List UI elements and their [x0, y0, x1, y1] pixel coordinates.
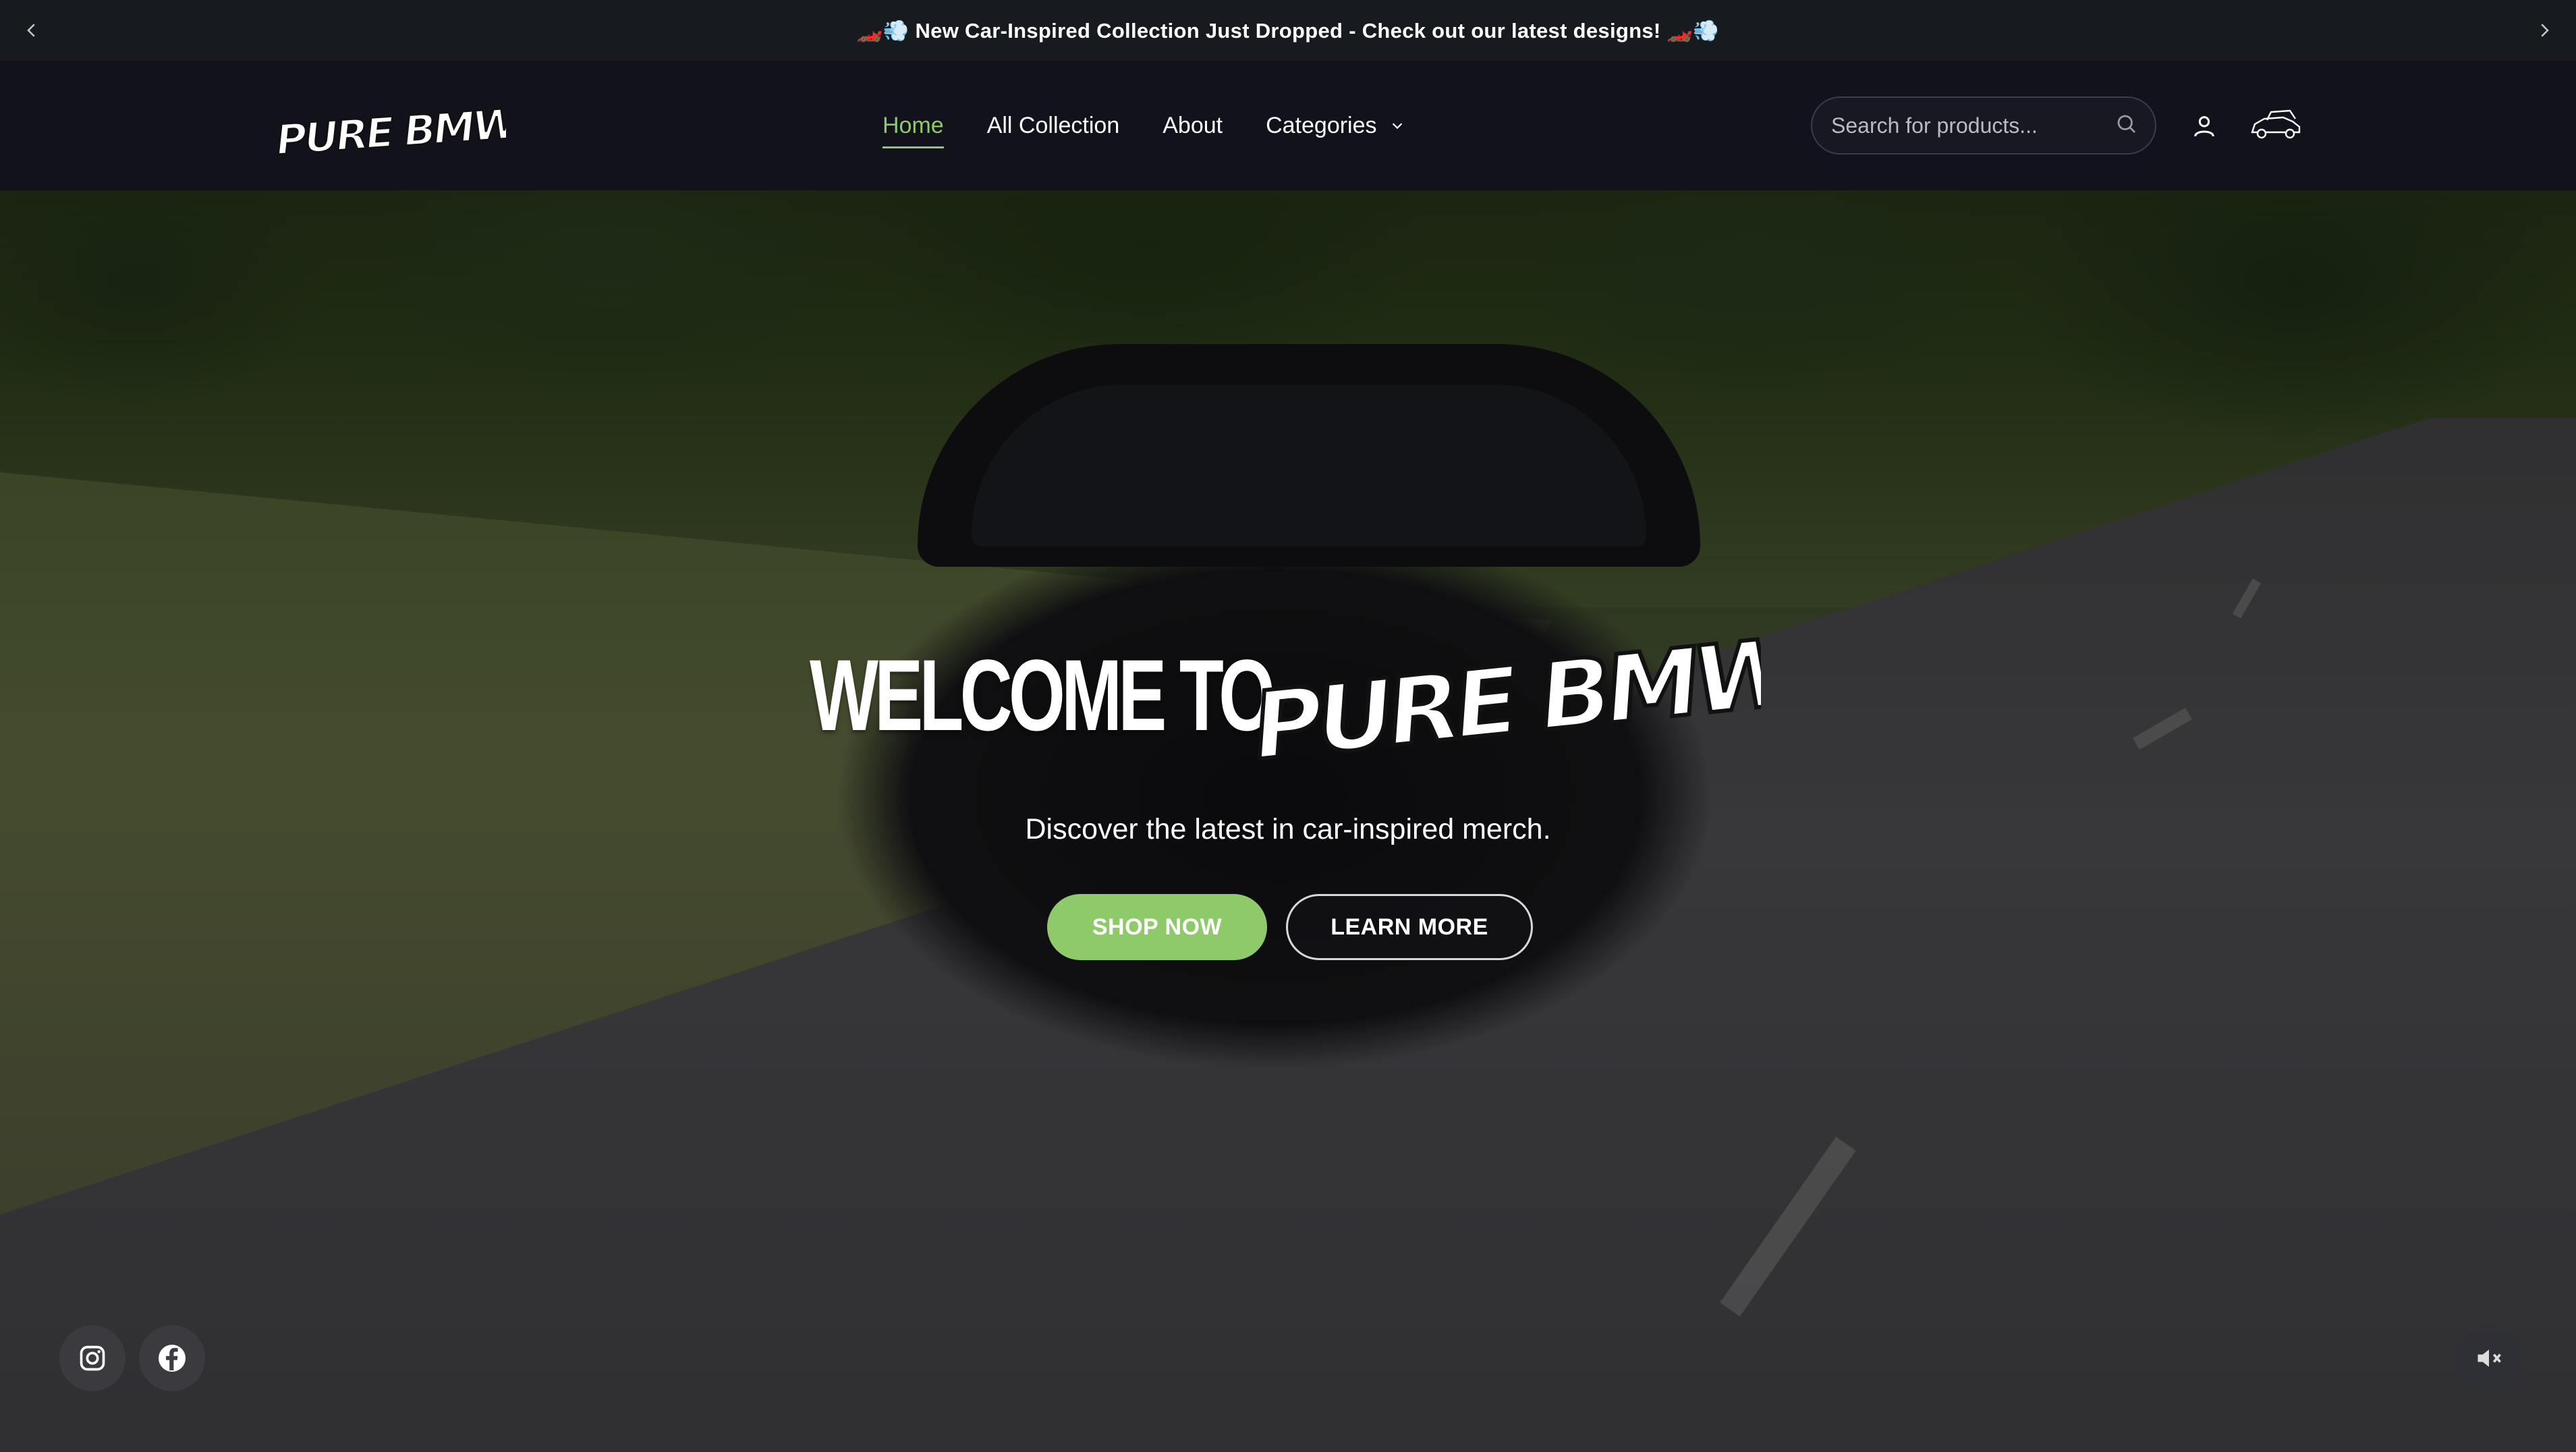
brand-logo[interactable]: PURE BMW [277, 94, 506, 162]
learn-more-button[interactable]: LEARN MORE [1286, 894, 1533, 960]
shop-now-button[interactable]: SHOP NOW [1047, 894, 1267, 960]
nav-all-collection[interactable]: All Collection [987, 108, 1120, 143]
nav-about[interactable]: About [1163, 108, 1223, 143]
hero-brand-logo: PURE BMW [1247, 627, 1761, 762]
nav-home[interactable]: Home [883, 108, 944, 148]
main-nav: Home All Collection About Categories [883, 108, 1405, 148]
user-icon[interactable] [2186, 108, 2222, 144]
search-icon[interactable] [2115, 112, 2139, 140]
chevron-left-icon[interactable] [13, 12, 50, 49]
nav-categories[interactable]: Categories [1266, 108, 1405, 143]
instagram-icon[interactable] [59, 1325, 125, 1391]
hero-logo-text: PURE BMW [1249, 627, 1761, 762]
announcement-bar: 🏎️💨 New Car-Inspired Collection Just Dro… [0, 0, 2576, 61]
facebook-icon[interactable] [139, 1325, 205, 1391]
search-input[interactable] [1831, 113, 2115, 138]
announcement-text: 🏎️💨 New Car-Inspired Collection Just Dro… [856, 18, 1720, 43]
welcome-text: WELCOME TO [810, 638, 1275, 752]
speaker-muted-icon[interactable] [2456, 1325, 2522, 1391]
logo-text: PURE BMW [277, 99, 506, 162]
hero-tagline: Discover the latest in car-inspired merc… [1025, 813, 1551, 845]
nav-categories-label: Categories [1266, 113, 1377, 138]
chevron-right-icon[interactable] [2526, 12, 2563, 49]
chevron-down-icon [1390, 109, 1405, 144]
car-cart-icon[interactable] [2247, 101, 2305, 148]
search-box[interactable] [1811, 96, 2156, 155]
